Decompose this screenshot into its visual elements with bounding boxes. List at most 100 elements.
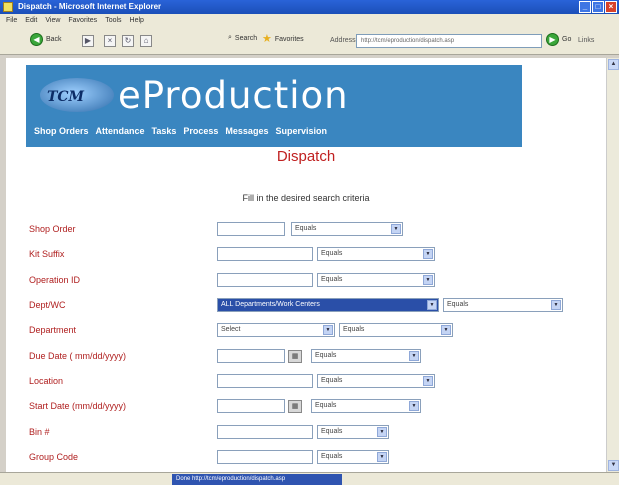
refresh-icon[interactable]: ↻: [122, 35, 134, 47]
form-row-shop-order: Shop Order Equals ▼: [6, 222, 606, 238]
logo-text: TCM: [47, 89, 85, 105]
ie-icon: [3, 2, 13, 12]
vertical-scrollbar[interactable]: ▲ ▼: [606, 58, 619, 472]
main-nav: Shop Orders Attendance Tasks Process Mes…: [26, 124, 522, 139]
address-bar[interactable]: http://tcm/eproduction/dispatch.asp: [356, 34, 542, 48]
select-value: Equals: [295, 225, 317, 232]
minimize-button[interactable]: _: [579, 1, 591, 13]
favorites-star-icon: ★: [262, 33, 272, 45]
close-button[interactable]: ×: [605, 1, 617, 13]
field-label: Kit Suffix: [29, 249, 65, 259]
scroll-up-icon[interactable]: ▲: [608, 59, 619, 70]
chevron-down-icon: ▼: [409, 401, 419, 411]
due-date-operator-select[interactable]: Equals ▼: [311, 349, 421, 363]
stop-icon[interactable]: ×: [104, 35, 116, 47]
menu-edit[interactable]: Edit: [25, 14, 37, 27]
chevron-down-icon: ▼: [409, 351, 419, 361]
dept-wc-operator-select[interactable]: Equals ▼: [443, 298, 563, 312]
back-label: Back: [46, 36, 62, 43]
kit-suffix-input[interactable]: [217, 247, 313, 261]
nav-shop-orders[interactable]: Shop Orders: [34, 124, 89, 139]
status-bar: Done http://tcm/eproduction/dispatch.asp: [0, 472, 619, 485]
menu-file[interactable]: File: [6, 14, 17, 27]
operation-id-input[interactable]: [217, 273, 313, 287]
favorites-button[interactable]: ★ Favorites: [262, 33, 304, 45]
field-label: Location: [29, 376, 64, 386]
back-button[interactable]: ◀ Back: [30, 33, 62, 46]
browser-toolbar: ◀ Back ▶ × ↻ ⌂ ⌕ Search ★ Favorites Addr…: [0, 27, 619, 55]
form-row-department: Department Select ▼ Equals ▼: [6, 323, 606, 339]
form-row-group-code: Group Code Equals ▼: [6, 450, 606, 466]
menu-view[interactable]: View: [45, 14, 60, 27]
form-row-kit-suffix: Kit Suffix Equals ▼: [6, 247, 606, 263]
bin-operator-select[interactable]: Equals ▼: [317, 425, 389, 439]
chevron-down-icon: ▼: [391, 224, 401, 234]
go-arrow-icon: ▶: [546, 33, 559, 46]
search-button[interactable]: ⌕ Search: [228, 34, 257, 42]
maximize-button[interactable]: □: [592, 1, 604, 13]
go-label: Go: [562, 36, 572, 43]
form-row-start-date: Start Date (mm/dd/yyyy) ▦ Equals ▼: [6, 399, 606, 415]
location-input[interactable]: [217, 374, 313, 388]
home-icon[interactable]: ⌂: [140, 35, 152, 47]
field-label: Department: [29, 325, 77, 335]
chevron-down-icon: ▼: [551, 300, 561, 310]
field-label: Operation ID: [29, 275, 81, 285]
calendar-icon[interactable]: ▦: [288, 350, 302, 363]
form-row-operation-id: Operation ID Equals ▼: [6, 273, 606, 289]
menu-help[interactable]: Help: [130, 14, 144, 27]
field-label: Due Date ( mm/dd/yyyy): [29, 351, 127, 361]
location-operator-select[interactable]: Equals ▼: [317, 374, 435, 388]
nav-messages[interactable]: Messages: [225, 124, 268, 139]
kit-suffix-operator-select[interactable]: Equals ▼: [317, 247, 435, 261]
window-title: Dispatch - Microsoft Internet Explorer: [18, 2, 162, 11]
chevron-down-icon: ▼: [377, 452, 387, 462]
page-title: Dispatch: [276, 148, 336, 165]
nav-process[interactable]: Process: [183, 124, 218, 139]
shop-order-input[interactable]: [217, 222, 285, 236]
select-value: Equals: [321, 276, 343, 283]
select-value: Equals: [315, 352, 337, 359]
brand-title: eProduction: [118, 74, 349, 117]
calendar-icon[interactable]: ▦: [288, 400, 302, 413]
group-code-operator-select[interactable]: Equals ▼: [317, 450, 389, 464]
form-row-dept-wc: Dept/WC ALL Departments/Work Centers ▼ E…: [6, 298, 606, 314]
select-value: Equals: [321, 377, 343, 384]
shop-order-operator-select[interactable]: Equals ▼: [291, 222, 403, 236]
window-controls: _ □ ×: [579, 1, 617, 13]
form-row-bin: Bin # Equals ▼: [6, 425, 606, 441]
chevron-down-icon: ▼: [423, 249, 433, 259]
field-label: Start Date (mm/dd/yyyy): [29, 401, 127, 411]
search-icon: ⌕: [228, 34, 232, 41]
favorites-label: Favorites: [274, 35, 304, 43]
links-label[interactable]: Links: [578, 37, 594, 44]
start-date-input[interactable]: [217, 399, 285, 413]
status-text: Done http://tcm/eproduction/dispatch.asp: [172, 474, 342, 485]
chevron-down-icon: ▼: [427, 300, 437, 310]
nav-tasks[interactable]: Tasks: [152, 124, 177, 139]
nav-supervision[interactable]: Supervision: [275, 124, 327, 139]
menu-tools[interactable]: Tools: [105, 14, 121, 27]
operation-id-operator-select[interactable]: Equals ▼: [317, 273, 435, 287]
menu-favorites[interactable]: Favorites: [68, 14, 97, 27]
select-value: ALL Departments/Work Centers: [221, 301, 320, 308]
start-date-operator-select[interactable]: Equals ▼: [311, 399, 421, 413]
department-operator-select[interactable]: Equals ▼: [339, 323, 453, 337]
bin-input[interactable]: [217, 425, 313, 439]
forward-icon[interactable]: ▶: [82, 35, 94, 47]
field-label: Bin #: [29, 427, 50, 437]
search-label: Search: [234, 34, 258, 42]
select-value: Equals: [321, 453, 343, 460]
dept-wc-select[interactable]: ALL Departments/Work Centers ▼: [217, 298, 439, 312]
nav-attendance[interactable]: Attendance: [96, 124, 145, 139]
due-date-input[interactable]: [217, 349, 285, 363]
group-code-input[interactable]: [217, 450, 313, 464]
go-button[interactable]: ▶ Go: [546, 33, 571, 46]
department-select[interactable]: Select ▼: [217, 323, 335, 337]
scroll-down-icon[interactable]: ▼: [608, 460, 619, 471]
field-label: Dept/WC: [29, 300, 66, 310]
select-value: Equals: [343, 326, 365, 333]
chevron-down-icon: ▼: [377, 427, 387, 437]
page-viewport: TCM eProduction Shop Orders Attendance T…: [6, 58, 606, 472]
chevron-down-icon: ▼: [323, 325, 333, 335]
